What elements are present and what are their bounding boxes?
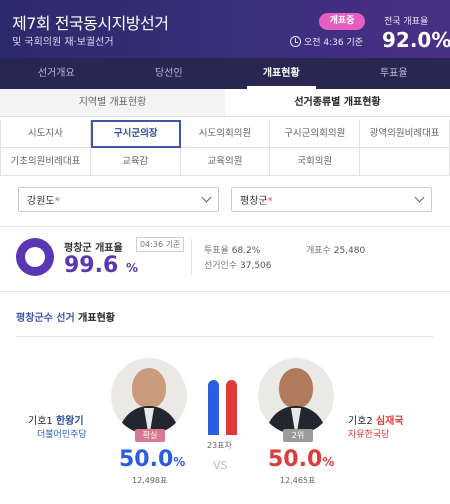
counting-badge: 개표중 <box>319 13 365 30</box>
versus-label: VS <box>213 459 228 472</box>
county-select-value: 평창군* <box>240 196 273 207</box>
province-select[interactable]: 강원도* <box>18 187 219 212</box>
tab-by-region[interactable]: 지역별 개표현황 <box>0 89 225 116</box>
main-nav: 선거개요 당선인 개표현황 투표율 <box>0 58 450 89</box>
type-superintendent[interactable]: 교육감 <box>90 148 181 176</box>
candidate-1-percent: 50.0% <box>119 447 186 472</box>
candidate-2-status-tag: 2위 <box>283 429 313 442</box>
candidate-2-photo <box>258 358 334 434</box>
turnout-stat: 투표율 68.2% <box>204 246 261 256</box>
divider <box>0 291 450 292</box>
candidate-1-label: 기호1 한왕기 <box>28 416 84 427</box>
candidate-1-head <box>132 368 166 408</box>
type-provincial-council[interactable]: 시도의회의원 <box>180 120 271 148</box>
region-selects: 강원도* 평창군* <box>0 187 450 212</box>
type-local-council[interactable]: 구시군의회의원 <box>270 120 361 148</box>
count-rate-donut <box>16 238 54 276</box>
election-title: 제7회 전국동시지방선거 <box>12 14 169 33</box>
national-rate-label: 전국 개표율 <box>384 17 429 27</box>
voters-stat: 선거인수 37,506 <box>204 261 272 271</box>
county-rate-time: 04:36 기준 <box>136 237 185 252</box>
county-rate-label: 평창군 개표율 <box>64 243 123 254</box>
chevron-down-icon <box>201 192 212 203</box>
national-rate-value: 92.0% <box>382 28 450 52</box>
candidate-1-status-tag: 확실 <box>135 429 165 442</box>
tab-by-election-type[interactable]: 선거종류별 개표현황 <box>225 89 450 116</box>
candidate-2-party: 자유한국당 <box>348 430 390 440</box>
grid-empty-cell <box>360 148 450 176</box>
province-select-value: 강원도* <box>27 196 60 207</box>
sub-tabs: 지역별 개표현황 선거종류별 개표현황 <box>0 89 450 117</box>
candidate-2-bar <box>226 380 237 435</box>
clock-icon <box>290 36 301 47</box>
stats-divider <box>191 239 192 275</box>
election-header: 제7회 전국동시지방선거 및 국회의원 재·보궐선거 개표중 오전 4:36 기… <box>0 0 450 58</box>
candidate-1-bar <box>208 380 219 435</box>
election-subtitle: 및 국회의원 재·보궐선거 <box>12 37 114 48</box>
type-provincial-proportional[interactable]: 광역의원비례대표 <box>360 120 450 148</box>
nav-overview[interactable]: 선거개요 <box>0 58 113 89</box>
candidate-1-photo <box>111 358 187 434</box>
county-rate-card: 평창군 개표율 04:36 기준 99.6 % 투표율 68.2% 선거인수 3… <box>0 227 450 291</box>
type-mayor[interactable]: 구시군의장 <box>90 120 181 148</box>
candidate-2-head <box>279 368 313 408</box>
candidate-1-votes: 12,498표 <box>132 476 168 485</box>
chevron-down-icon <box>414 192 425 203</box>
candidate-2-votes: 12,465표 <box>280 476 316 485</box>
county-rate-value: 99.6 % <box>64 253 138 278</box>
update-time: 오전 4:36 기준 <box>290 35 363 48</box>
update-time-text: 오전 4:36 기준 <box>304 38 364 48</box>
type-local-proportional[interactable]: 기초의원비례대표 <box>1 148 91 176</box>
nav-turnout[interactable]: 투표율 <box>338 58 450 89</box>
election-type-grid: 시도지사 구시군의장 시도의회의원 구시군의회의원 광역의원비례대표 기초의원비… <box>0 120 450 176</box>
type-national-assembly[interactable]: 국회의원 <box>270 148 361 176</box>
section-title: 평창군수 선거 개표현황 <box>16 313 115 324</box>
nav-count-status[interactable]: 개표현황 <box>225 58 338 89</box>
counted-stat: 개표수 25,480 <box>306 246 366 256</box>
type-education-council[interactable]: 교육의원 <box>180 148 271 176</box>
candidate-2-percent: 50.0% <box>268 447 335 472</box>
candidate-comparison: 확실 기호1 한왕기 더불어민주당 50.0% 12,498표 23표차 VS … <box>0 337 450 485</box>
county-select[interactable]: 평창군* <box>231 187 432 212</box>
candidate-1-party: 더불어민주당 <box>37 430 87 440</box>
candidate-2-label: 기호2 심재국 <box>348 416 404 427</box>
vote-difference: 23표차 <box>207 441 232 450</box>
nav-winners[interactable]: 당선인 <box>113 58 226 89</box>
type-governor[interactable]: 시도지사 <box>1 120 91 148</box>
